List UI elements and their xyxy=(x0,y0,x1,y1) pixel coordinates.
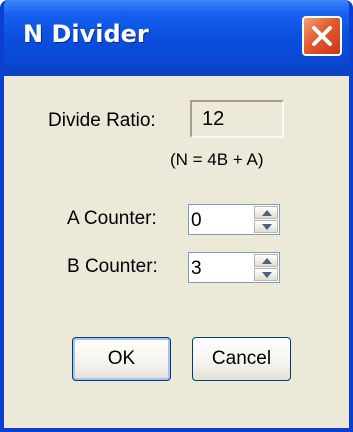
a-counter-up-button[interactable] xyxy=(254,206,278,219)
title-bar[interactable]: N Divider xyxy=(4,0,349,76)
spin-down-arrow-icon xyxy=(262,272,272,278)
cancel-button[interactable]: Cancel xyxy=(192,337,291,381)
a-counter-spin-buttons[interactable] xyxy=(254,206,278,233)
spin-up-arrow-icon xyxy=(262,258,272,264)
close-icon xyxy=(312,26,332,46)
a-counter-down-button[interactable] xyxy=(254,220,278,233)
ok-button[interactable]: OK xyxy=(72,337,171,381)
a-counter-spinbox[interactable] xyxy=(188,204,280,235)
spin-down-arrow-icon xyxy=(262,224,272,230)
divide-ratio-value: 12 xyxy=(190,100,284,138)
a-counter-input[interactable] xyxy=(189,205,253,234)
n-divider-dialog: N Divider Divide Ratio: 12 (N = 4B + A) … xyxy=(0,0,353,432)
divide-ratio-formula: (N = 4B + A) xyxy=(170,150,264,169)
b-counter-down-button[interactable] xyxy=(254,268,278,281)
divide-ratio-label: Divide Ratio: xyxy=(48,110,156,131)
window-title: N Divider xyxy=(23,20,149,48)
b-counter-spinbox[interactable] xyxy=(188,252,280,283)
b-counter-label: B Counter: xyxy=(67,256,158,277)
b-counter-spin-buttons[interactable] xyxy=(254,254,278,281)
b-counter-up-button[interactable] xyxy=(254,254,278,267)
spin-up-arrow-icon xyxy=(262,210,272,216)
close-button[interactable] xyxy=(302,16,342,56)
b-counter-input[interactable] xyxy=(189,253,253,282)
a-counter-label: A Counter: xyxy=(67,208,157,229)
